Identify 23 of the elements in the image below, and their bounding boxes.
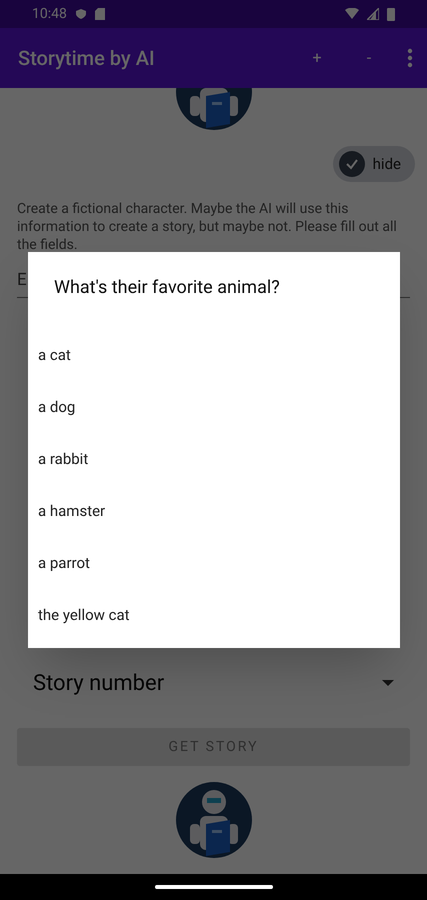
field-hint: E: [17, 268, 27, 292]
dropdown-arrow-icon: [382, 680, 394, 686]
dialog-title: What's their favorite animal?: [53, 276, 281, 300]
checkbox[interactable]: [338, 151, 365, 177]
check-icon: [344, 157, 359, 171]
home-handle[interactable]: [154, 885, 272, 889]
battery-icon: [387, 7, 395, 21]
shield-icon: [74, 8, 87, 20]
more-menu-icon[interactable]: [407, 48, 413, 68]
signal-icon: [367, 8, 379, 20]
dialog-option[interactable]: a parrot: [28, 537, 400, 589]
status-time: 10:48: [32, 4, 67, 24]
toggle-label: hide: [372, 154, 401, 175]
dialog-option[interactable]: a hamster: [28, 485, 400, 537]
intro-text: Create a fictional character. Maybe the AI will use this information to create a story, but maybe not. Please fill out all the fields.: [16, 200, 398, 254]
dialog-option[interactable]: a rabbit: [28, 433, 400, 485]
sd-card-icon: [94, 8, 105, 20]
spinner-label: Story number: [33, 670, 166, 698]
dialog-option[interactable]: a cat: [28, 329, 400, 381]
dialog-option[interactable]: the yellow cat: [28, 589, 400, 641]
app-title: Storytime by AI: [18, 45, 156, 72]
dialog-option[interactable]: a dog: [28, 381, 400, 433]
wifi-icon: [345, 8, 359, 20]
